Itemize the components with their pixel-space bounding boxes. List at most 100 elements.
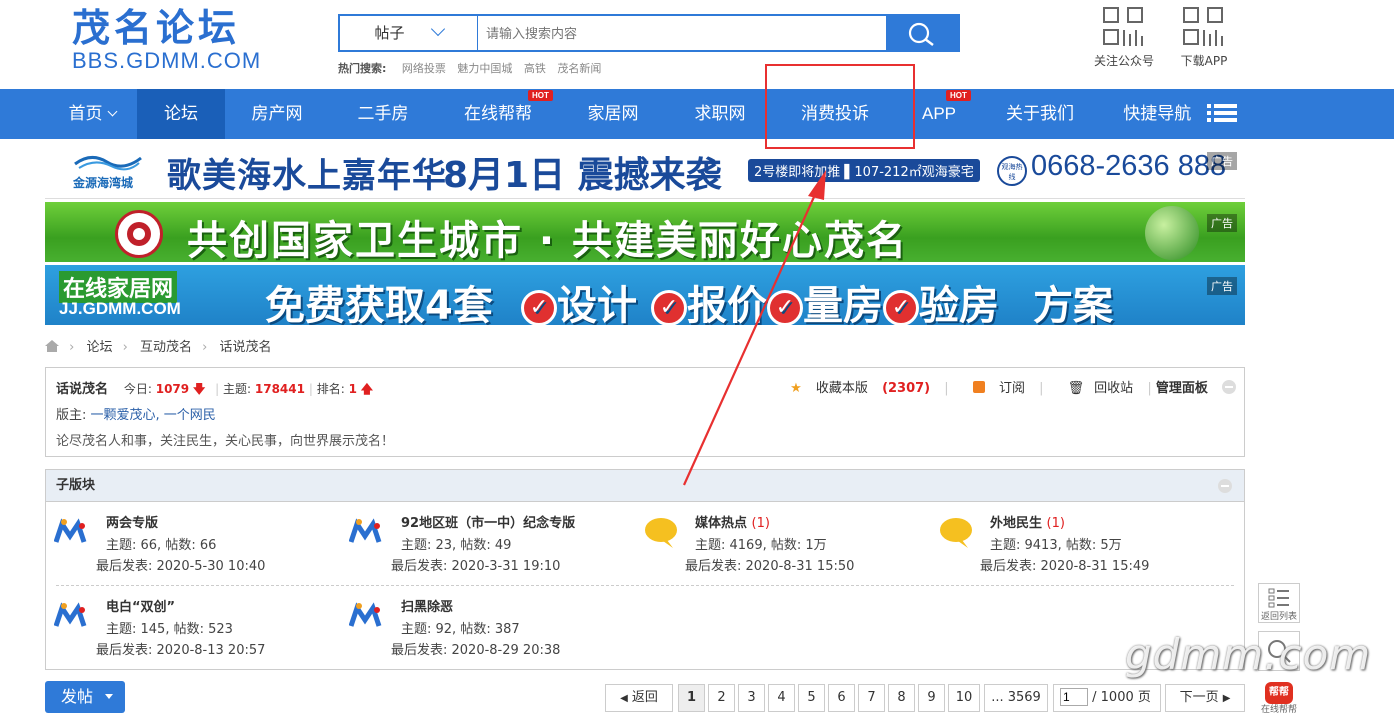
subforum-item[interactable]: 扫黑除恶 主题: 92, 帖数: 387 最后发表: 2020-8-29 20:… [341,590,631,662]
page-jump-input[interactable] [1060,688,1088,706]
page-number[interactable]: 5 [798,684,825,712]
divider [56,585,1234,586]
banner-headline: 歌美海水上嘉年华 [167,156,447,196]
favorite-button[interactable]: ★ 收藏本版 (2307) [780,381,930,396]
page-jump: / 1000 页 [1053,684,1161,712]
manage-panel-button[interactable]: 管理面板 [1156,381,1208,396]
check-circle-icon: ✓ [883,290,919,325]
subforum-item[interactable]: 92地区班（市一中）纪念专版 主题: 23, 帖数: 49 最后发表: 2020… [341,506,631,578]
download-app-label: 下载APP [1180,54,1228,68]
collapse-icon[interactable] [1218,479,1232,493]
banner-tag: 2号楼即将加推 ▌107-212㎡观海豪宅 [748,159,980,182]
arrow-up-icon: 🡅 [360,382,374,396]
logo-url: BBS.GDMM.COM [72,48,262,73]
hot-badge: HOT [946,90,971,101]
banner-phone: 0668-2636 888 [1031,150,1227,182]
page-number[interactable]: 7 [858,684,885,712]
new-post-button[interactable]: 发帖 [45,681,125,713]
ad-banner-real-estate[interactable]: 金源海湾城 歌美海水上嘉年华 8月1日 震撼来袭 2号楼即将加推 ▌107-21… [45,142,1245,199]
search-bar: 帖子 [338,14,960,52]
hot-search-item[interactable]: 茂名新闻 [557,62,601,75]
chevron-down-icon [107,106,117,117]
breadcrumb-separator: › [122,340,128,355]
chevron-down-icon [430,21,445,37]
nav-item-about[interactable]: 关于我们 [990,89,1090,139]
speech-bubble-icon [643,516,679,548]
page-number[interactable]: 3 [738,684,765,712]
speech-bubble-icon [938,516,974,548]
search-input[interactable] [486,22,866,44]
online-help-button[interactable]: 帮帮 在线帮帮 [1258,678,1300,717]
hot-search-item[interactable]: 网络投票 [402,62,446,75]
subforum-item[interactable]: 电白“双创” 主题: 145, 帖数: 523 最后发表: 2020-8-13 … [46,590,336,662]
rss-icon [972,381,985,393]
ad-label: 广告 [1207,277,1237,295]
nav-item-house[interactable]: 房产网 [232,89,322,139]
mm-logo-icon [53,600,90,630]
arrow-down-icon: 🡇 [192,382,206,396]
moderator-links[interactable]: 一颗爱茂心, 一个网民 [91,408,216,423]
page-number[interactable]: 9 [918,684,945,712]
mm-logo-icon [348,600,385,630]
subforum-item[interactable]: 外地民生 (1) 主题: 9413, 帖数: 5万 最后发表: 2020-8-3… [930,506,1220,578]
prev-page-button[interactable]: ◀ 返回 [605,684,673,712]
subforum-item[interactable]: 媒体热点 (1) 主题: 4169, 帖数: 1万 最后发表: 2020-8-3… [635,506,925,578]
collapse-icon[interactable] [1222,380,1236,394]
check-circle-icon: ✓ [651,290,687,325]
banner-items: ✓ 设计 ✓ 报价 ✓ 量房 ✓ 验房 方案 [521,273,1113,325]
breadcrumb-separator: › [202,340,208,355]
nav-item-forum[interactable]: 论坛 [137,89,225,139]
ad-banner-home-decor[interactable]: 在线家居网 JJ.GDMM.COM 免费获取4套 ✓ 设计 ✓ 报价 ✓ 量房 ✓ 验房 方案 … [45,265,1245,325]
page-number[interactable]: 1 [678,684,705,712]
last-page-link[interactable]: ... 3569 [984,684,1048,712]
recycle-bin-button[interactable]: 🗑 回收站 [1058,381,1134,396]
site-logo[interactable]: 茂名论坛 BBS.GDMM.COM [72,6,261,72]
forum-info-panel: 话说茂名 今日: 1079 🡇 | 主题: 178441 | 排名: 1 🡅 版… [45,367,1245,457]
list-icon [1268,588,1289,608]
breadcrumb-item[interactable]: 互动茂名 [140,340,192,355]
forum-title: 话说茂名 [56,382,109,397]
nav-item-quick-nav[interactable]: 快捷导航 [1110,89,1250,139]
search-type-label: 帖子 [374,24,405,42]
ad-label: 广告 [1207,214,1237,232]
page-number[interactable]: 8 [888,684,915,712]
banner-brand-url: JJ.GDMM.COM [59,299,181,318]
home-icon[interactable] [45,340,59,352]
search-type-select[interactable]: 帖子 [340,16,478,50]
download-app[interactable]: 下载APP [1166,6,1242,69]
globe-icon [1145,206,1199,260]
rank-value: 1 [348,382,357,396]
next-page-button[interactable]: 下一页 ▶ [1165,684,1245,712]
page-number[interactable]: 4 [768,684,795,712]
today-count: 1079 [155,382,190,396]
follow-wechat-label: 关注公众号 [1093,54,1154,68]
search-button[interactable] [886,14,958,52]
ad-label: 广告 [1207,152,1237,170]
nav-item-home[interactable]: 首页 [48,89,136,139]
new-count: (1) [1046,516,1065,531]
subforums-header: 子版块 [46,470,1244,502]
nav-item-jobs[interactable]: 求职网 [675,89,765,139]
page-number[interactable]: 2 [708,684,735,712]
subforums-panel: 子版块 两会专版 主题: 66, 帖数: 66 最后发表: 2020-5-30 … [45,469,1245,670]
subforum-item[interactable]: 两会专版 主题: 66, 帖数: 66 最后发表: 2020-5-30 10:4… [46,506,336,578]
page-number[interactable]: 10 [948,684,980,712]
hot-search-label: 热门搜索: [338,62,387,75]
back-to-list-button[interactable]: 返回列表 [1258,583,1300,623]
nav-item-home-decor[interactable]: 家居网 [568,89,658,139]
moderators: 版主: 一颗爱茂心, 一个网民 [56,408,216,423]
subscribe-button[interactable]: 订阅 [963,381,1025,396]
page-number[interactable]: 6 [828,684,855,712]
annotation-box [765,64,915,149]
hot-search-item[interactable]: 高铁 [524,62,546,75]
breadcrumb-item[interactable]: 话说茂名 [219,340,271,355]
ad-banner-city[interactable]: 共创国家卫生城市 · 共建美丽好心茂名 广告 [45,202,1245,262]
star-icon: ★ [790,381,802,396]
follow-wechat[interactable]: 关注公众号 [1086,6,1162,69]
check-circle-icon: ✓ [521,290,557,325]
hot-search-item[interactable]: 魅力中国城 [457,62,512,75]
breadcrumb-item[interactable]: 论坛 [86,340,112,355]
nav-item-second-hand[interactable]: 二手房 [338,89,428,139]
breadcrumb-separator: › [69,340,75,355]
new-count: (1) [751,516,770,531]
